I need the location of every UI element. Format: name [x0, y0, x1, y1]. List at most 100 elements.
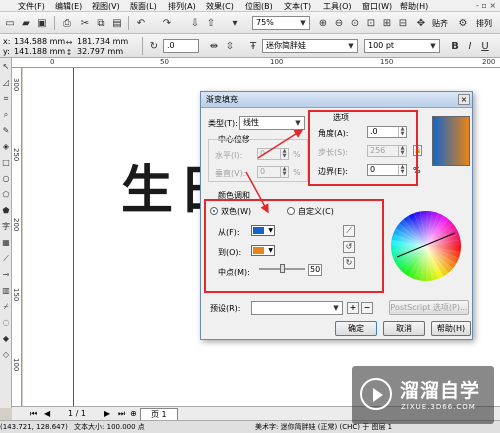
bold-icon[interactable]: B [448, 39, 462, 53]
menu-arrange[interactable]: 排列(A) [168, 1, 196, 12]
blend-tool-icon[interactable]: ▥ [1, 286, 11, 296]
arrange-label[interactable]: 排列 [476, 18, 492, 29]
zoom-tool-icon[interactable]: ⌕ [1, 110, 11, 120]
vertical-ruler[interactable]: 300 250 200 150 100 [12, 68, 22, 406]
zoom-height-icon[interactable]: ⊟ [396, 16, 410, 30]
menu-file[interactable]: 文件(F) [18, 1, 45, 12]
ruler-tick: 0 [50, 58, 55, 66]
presets-select[interactable]: ▼ [251, 301, 343, 315]
remove-preset-icon[interactable]: − [361, 302, 373, 314]
color-wheel-fade [391, 211, 461, 281]
rotation-input[interactable]: .0 [163, 39, 199, 53]
ok-button[interactable]: 确定 [335, 321, 377, 336]
basic-shapes-icon[interactable]: ⬟ [1, 206, 11, 216]
shape-tool-icon[interactable]: ◿ [1, 78, 11, 88]
outline-tool-icon[interactable]: ◌ [1, 318, 11, 328]
export-icon[interactable]: ⇧ [204, 16, 218, 30]
menu-bitmaps[interactable]: 位图(B) [245, 1, 273, 12]
mirror-v-icon[interactable]: ⇳ [223, 39, 237, 53]
zoom-in-icon[interactable]: ⊕ [316, 16, 330, 30]
cut-icon[interactable]: ✂ [78, 16, 92, 30]
zoom-page-icon[interactable]: ⊡ [364, 16, 378, 30]
last-page-icon[interactable]: ⏭ [118, 409, 125, 419]
vertical-value: 0 [260, 167, 266, 176]
help-button[interactable]: 帮助(H) [431, 321, 471, 336]
font-name-select[interactable]: 迷你简胖娃 ▼ [262, 39, 358, 53]
menu-layout[interactable]: 版面(L) [130, 1, 157, 12]
add-preset-icon[interactable]: + [347, 302, 359, 314]
undo-icon[interactable]: ↶ [134, 16, 148, 30]
close-icon[interactable]: × [458, 94, 470, 105]
new-icon[interactable]: ▭ [3, 16, 17, 30]
y-value[interactable]: 141.188 mm [14, 47, 65, 56]
percent-sign: % [293, 168, 301, 177]
menu-effects[interactable]: 效果(C) [206, 1, 234, 12]
open-icon[interactable]: ▰ [19, 16, 33, 30]
prev-page-icon[interactable]: ◀ [44, 409, 50, 418]
zoom-select[interactable]: 75% ▼ [252, 16, 310, 30]
fill-tool-icon[interactable]: ◆ [1, 334, 11, 344]
import-icon[interactable]: ⇩ [188, 16, 202, 30]
ellipse-tool-icon[interactable]: ○ [1, 174, 11, 184]
zoom-width-icon[interactable]: ⊞ [380, 16, 394, 30]
ruler-tick: 150 [12, 288, 20, 302]
menu-view[interactable]: 视图(V) [92, 1, 120, 12]
type-value: 线性 [243, 118, 259, 127]
window-controls-icon[interactable]: - ▫ × [476, 1, 496, 10]
cancel-button[interactable]: 取消 [383, 321, 425, 336]
paste-icon[interactable]: ▤ [110, 16, 124, 30]
table-tool-icon[interactable]: ▦ [1, 238, 11, 248]
print-icon[interactable]: ⎙ [60, 16, 74, 30]
type-select[interactable]: 线性 ▼ [239, 116, 305, 130]
menu-text[interactable]: 文本(T) [284, 1, 311, 12]
x-value[interactable]: 134.588 mm [14, 37, 65, 46]
zoom-out-icon[interactable]: ⊖ [332, 16, 346, 30]
save-icon[interactable]: ▣ [35, 16, 49, 30]
copy-icon[interactable]: ⧉ [94, 16, 108, 30]
underline-icon[interactable]: U [478, 39, 492, 53]
pick-tool-icon[interactable]: ↖ [1, 62, 11, 72]
smart-fill-icon[interactable]: ◈ [1, 142, 11, 152]
spin-arrows-icon[interactable]: ▲ ▼ [280, 149, 288, 159]
crop-tool-icon[interactable]: ⌗ [1, 94, 11, 104]
horizontal-ruler[interactable]: 0 50 100 150 200 [12, 58, 500, 68]
height-value[interactable]: 32.797 mm [77, 47, 123, 56]
font-size-select[interactable]: 100 pt ▼ [364, 39, 440, 53]
text-tool-icon[interactable]: 字 [1, 222, 11, 232]
pan-icon[interactable]: ✥ [414, 16, 428, 30]
next-page-icon[interactable]: ▶ [104, 409, 110, 418]
options-icon[interactable]: ⚙ [456, 16, 470, 30]
snap-label[interactable]: 贴齐 [432, 18, 448, 29]
ruler-tick: 150 [380, 58, 394, 66]
chevron-down-icon: ▼ [300, 19, 306, 27]
horizontal-input[interactable]: 0 ▲ ▼ [257, 148, 289, 160]
spin-arrows-icon[interactable]: ▲ ▼ [280, 167, 288, 177]
menu-edit[interactable]: 编辑(E) [55, 1, 82, 12]
eyedropper-tool-icon[interactable]: ⌿ [1, 302, 11, 312]
polygon-tool-icon[interactable]: ⬠ [1, 190, 11, 200]
dialog-title-bar[interactable]: 渐变填充 × [201, 92, 472, 108]
play-logo-icon [360, 378, 392, 410]
width-value[interactable]: 181.734 mm [77, 37, 128, 46]
publish-pdf-icon[interactable]: ▾ [228, 16, 242, 30]
postscript-options-button[interactable]: PostScript 选项(P)... [389, 300, 469, 315]
italic-icon[interactable]: I [463, 39, 477, 53]
add-page-icon[interactable]: ⊕ [130, 409, 137, 418]
redo-icon[interactable]: ↷ [160, 16, 174, 30]
menu-window[interactable]: 窗口(W) [362, 1, 392, 12]
type-label: 类型(T): [208, 119, 238, 128]
menu-help[interactable]: 帮助(H) [400, 1, 428, 12]
mirror-h-icon[interactable]: ⇹ [207, 39, 221, 53]
rotation-value: .0 [167, 41, 175, 50]
cursor-coords: (143.721, 128.647) [0, 423, 68, 431]
dimension-tool-icon[interactable]: ⟋ [1, 254, 11, 264]
freehand-tool-icon[interactable]: ✎ [1, 126, 11, 136]
zoom-fit-icon[interactable]: ⊙ [348, 16, 362, 30]
color-wheel [391, 211, 461, 281]
rectangle-tool-icon[interactable]: □ [1, 158, 11, 168]
vertical-input[interactable]: 0 ▲ ▼ [257, 166, 289, 178]
menu-tools[interactable]: 工具(O) [323, 1, 352, 12]
interactive-fill-icon[interactable]: ◇ [1, 350, 11, 360]
connector-tool-icon[interactable]: ⊸ [1, 270, 11, 280]
first-page-icon[interactable]: ⏮ [30, 409, 37, 419]
